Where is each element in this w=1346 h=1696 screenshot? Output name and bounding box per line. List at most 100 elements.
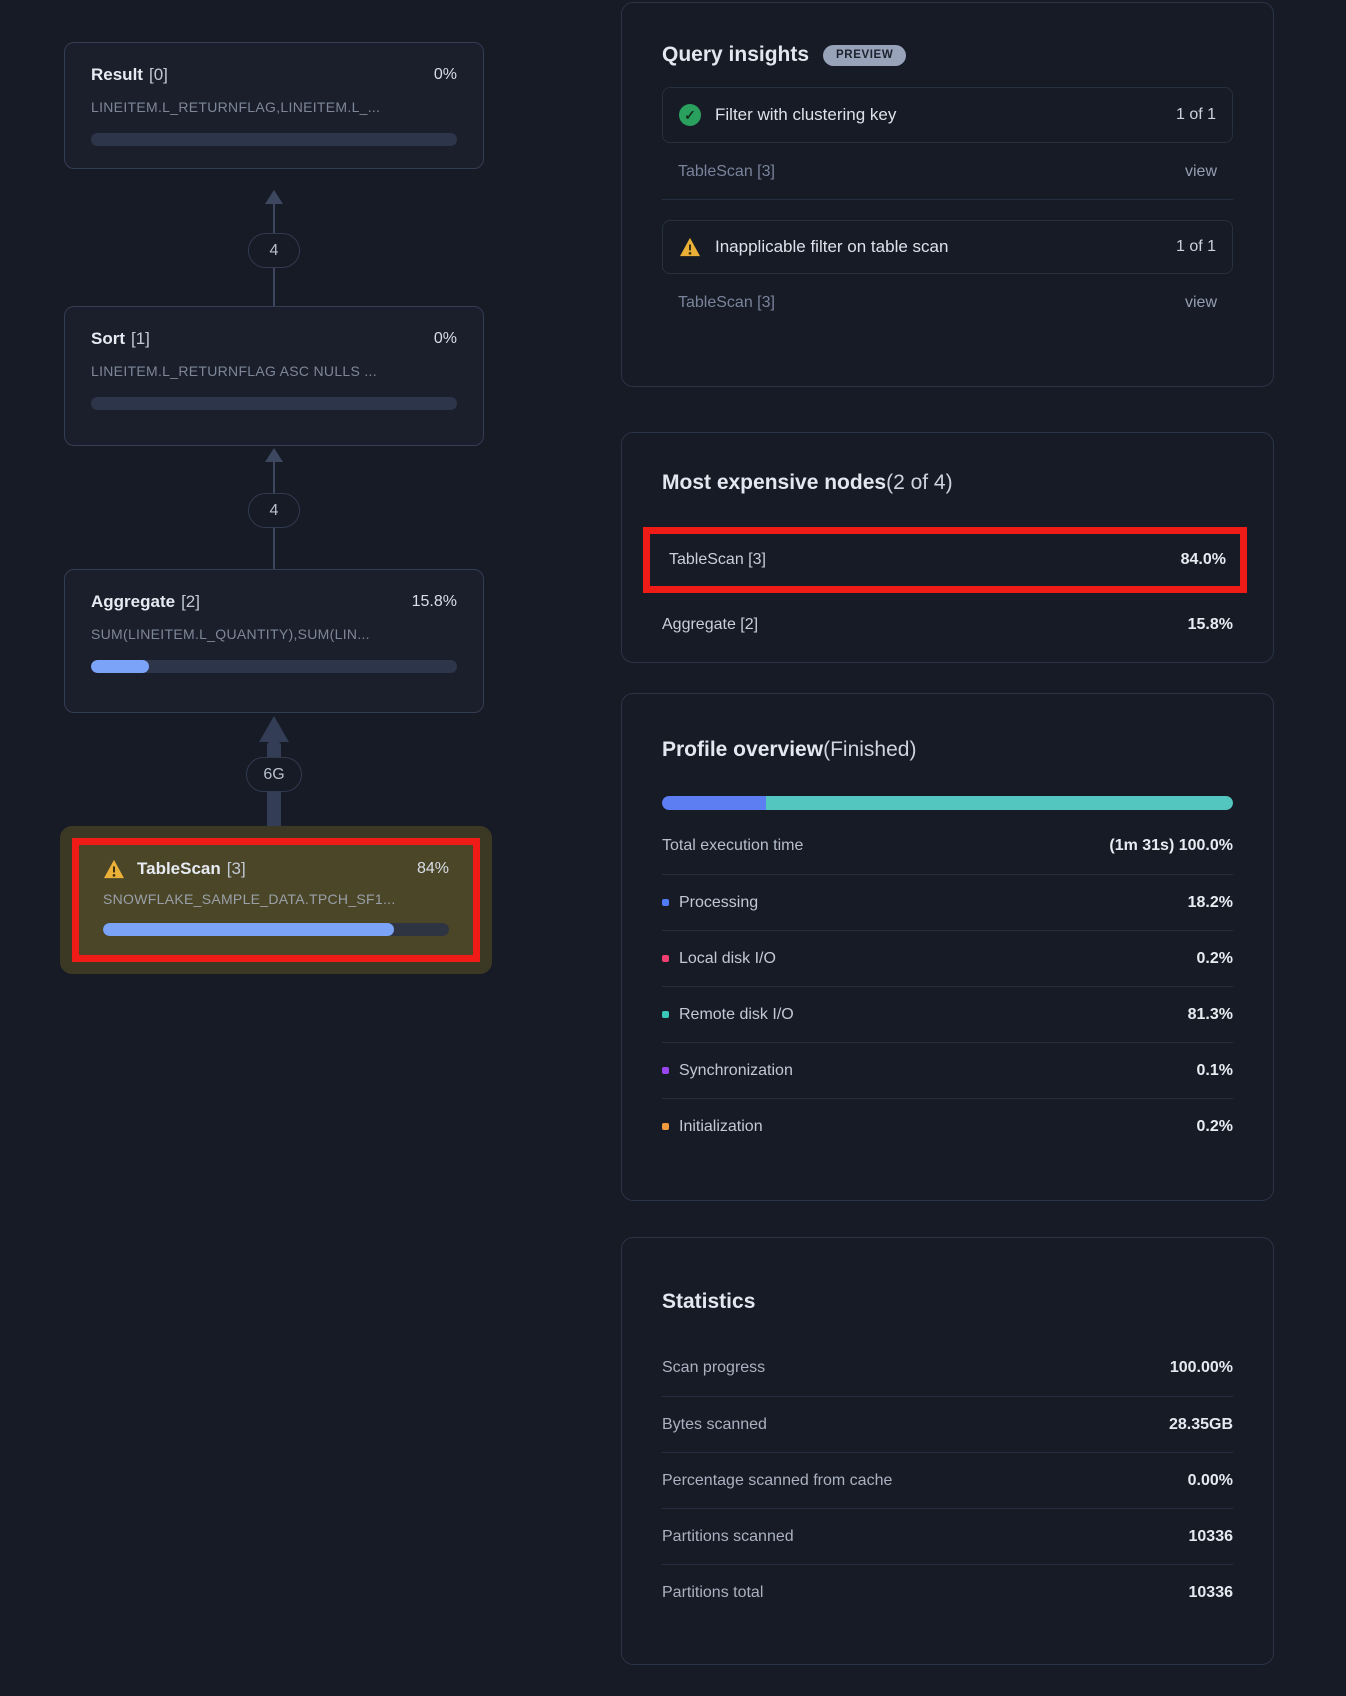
stacked-bar-segment-remote-disk-io	[766, 796, 1233, 810]
row-label: Initialization	[679, 1118, 763, 1136]
row-label: Remote disk I/O	[679, 1006, 794, 1024]
edge-arrowhead	[259, 716, 289, 742]
stat-row-bytes-scanned: Bytes scanned 28.35GB	[662, 1396, 1233, 1452]
query-insights-header: Query insightsPREVIEW	[662, 43, 1233, 67]
query-insights-panel: Query insightsPREVIEW ✓ Filter with clus…	[621, 2, 1274, 387]
node-name: TableScan	[137, 859, 221, 879]
legend-dot-processing	[662, 899, 669, 906]
warning-icon	[679, 237, 701, 257]
stat-row-partitions-total: Partitions total 10336	[662, 1564, 1233, 1620]
legend-dot-synchronization	[662, 1067, 669, 1074]
execution-time-stacked-bar	[662, 796, 1233, 810]
node-title: Sort [1]	[91, 329, 150, 349]
insight-count: 1 of 1	[1176, 106, 1216, 124]
node-percentage: 0%	[434, 66, 457, 84]
row-value: 0.2%	[1197, 950, 1233, 968]
row-label: Processing	[679, 894, 758, 912]
view-link[interactable]: view	[1185, 294, 1217, 312]
row-value: 0.2%	[1197, 1118, 1233, 1136]
node-subtitle: LINEITEM.L_RETURNFLAG ASC NULLS ...	[91, 363, 457, 379]
total-execution-time-row: Total execution time (1m 31s) 100.0%	[662, 818, 1233, 874]
insight-node-ref: TableScan [3]	[678, 163, 775, 181]
node-percentage: 84%	[417, 860, 449, 878]
edge-label: 6G	[263, 766, 284, 784]
node-percentage: 0%	[434, 330, 457, 348]
node-name: Aggregate	[91, 592, 175, 611]
node-subtitle: LINEITEM.L_RETURNFLAG,LINEITEM.L_...	[91, 99, 457, 115]
annotation-highlight-tablescan-node[interactable]: TableScan [3] 84% SNOWFLAKE_SAMPLE_DATA.T…	[72, 838, 480, 962]
edge-label: 4	[270, 502, 279, 520]
legend-dot-local-disk-io	[662, 955, 669, 962]
panel-title: Most expensive nodes	[662, 471, 886, 494]
edge-arrowhead	[265, 448, 283, 462]
legend-dot-initialization	[662, 1123, 669, 1130]
query-profile-page: Result [0] 0% LINEITEM.L_RETURNFLAG,LINEI…	[0, 0, 1346, 1696]
expensive-node-value: 15.8%	[1188, 616, 1233, 634]
legend-dot-remote-disk-io	[662, 1011, 669, 1018]
node-id: [3]	[227, 859, 246, 879]
edge-arrowhead	[265, 190, 283, 204]
stat-label: Partitions total	[662, 1584, 763, 1602]
check-circle-icon: ✓	[679, 104, 701, 126]
node-progress-fill	[91, 660, 149, 673]
panel-title: Profile overview	[662, 738, 823, 761]
row-label: Local disk I/O	[679, 950, 776, 968]
dag-node-sort[interactable]: Sort [1] 0% LINEITEM.L_RETURNFLAG ASC NUL…	[64, 306, 484, 446]
annotation-highlight-tablescan-row: TableScan [3] 84.0%	[643, 527, 1247, 593]
expensive-node-value: 84.0%	[1181, 551, 1226, 569]
profile-row-processing: Processing 18.2%	[662, 874, 1233, 930]
panel-title: Statistics	[662, 1290, 1233, 1314]
edge-row-count-badge: 6G	[246, 757, 302, 792]
insight-item-clustering-key[interactable]: ✓ Filter with clustering key 1 of 1	[662, 87, 1233, 143]
profile-overview-panel: Profile overview(Finished) Total executi…	[621, 693, 1274, 1201]
node-id: [1]	[131, 329, 150, 348]
selected-node-glow: TableScan [3] 84% SNOWFLAKE_SAMPLE_DATA.T…	[60, 826, 492, 974]
row-value: 0.1%	[1197, 1062, 1233, 1080]
profile-row-initialization: Initialization 0.2%	[662, 1098, 1233, 1154]
insight-node-ref: TableScan [3]	[678, 294, 775, 312]
insight-node-row: TableScan [3] view	[662, 274, 1233, 330]
node-progress-track	[91, 397, 457, 410]
most-expensive-nodes-panel: Most expensive nodes(2 of 4) TableScan […	[621, 432, 1274, 663]
row-value: (1m 31s) 100.0%	[1109, 837, 1233, 855]
warning-icon	[103, 859, 125, 879]
node-name: Result	[91, 65, 143, 84]
stat-value: 10336	[1189, 1584, 1234, 1602]
stat-row-scan-progress: Scan progress 100.00%	[662, 1340, 1233, 1396]
dag-node-aggregate[interactable]: Aggregate[2] 15.8% SUM(LINEITEM.L_QUANTI…	[64, 569, 484, 713]
row-value: 81.3%	[1188, 1006, 1233, 1024]
profile-row-local-disk-io: Local disk I/O 0.2%	[662, 930, 1233, 986]
stat-label: Percentage scanned from cache	[662, 1472, 892, 1490]
node-name: Sort	[91, 329, 125, 348]
edge-row-count-badge: 4	[248, 493, 300, 528]
insight-title: Filter with clustering key	[715, 105, 1176, 125]
node-subtitle: SNOWFLAKE_SAMPLE_DATA.TPCH_SF1...	[103, 891, 449, 907]
statistics-rows: Scan progress 100.00% Bytes scanned 28.3…	[662, 1340, 1233, 1620]
edge-row-count-badge: 4	[248, 233, 300, 268]
stat-value: 0.00%	[1188, 1472, 1233, 1490]
most-expensive-header: Most expensive nodes(2 of 4)	[662, 471, 1233, 495]
node-title: Result [0]	[91, 65, 168, 85]
expensive-node-row-aggregate[interactable]: Aggregate [2] 15.8%	[662, 599, 1233, 651]
node-title: Aggregate[2]	[91, 592, 200, 612]
node-progress-track	[91, 660, 457, 673]
stat-label: Partitions scanned	[662, 1528, 794, 1546]
insight-item-inapplicable-filter[interactable]: Inapplicable filter on table scan 1 of 1	[662, 220, 1233, 274]
dag-node-result[interactable]: Result [0] 0% LINEITEM.L_RETURNFLAG,LINEI…	[64, 42, 484, 169]
stat-value: 100.00%	[1170, 1359, 1233, 1377]
insight-count: 1 of 1	[1176, 238, 1216, 256]
stat-value: 10336	[1189, 1528, 1234, 1546]
insight-node-row: TableScan [3] view	[662, 143, 1233, 199]
node-progress-track	[91, 133, 457, 146]
view-link[interactable]: view	[1185, 163, 1217, 181]
expensive-node-row-tablescan[interactable]: TableScan [3] 84.0%	[669, 534, 1226, 586]
stat-row-cache-percentage: Percentage scanned from cache 0.00%	[662, 1452, 1233, 1508]
statistics-panel: Statistics Scan progress 100.00% Bytes s…	[621, 1237, 1274, 1665]
profile-overview-header: Profile overview(Finished)	[662, 738, 1233, 762]
edge-label: 4	[270, 242, 279, 260]
insight-title: Inapplicable filter on table scan	[715, 237, 1176, 257]
expensive-node-name: Aggregate [2]	[662, 616, 758, 634]
node-id: [0]	[149, 65, 168, 84]
profile-row-remote-disk-io: Remote disk I/O 81.3%	[662, 986, 1233, 1042]
row-label: Total execution time	[662, 837, 803, 855]
